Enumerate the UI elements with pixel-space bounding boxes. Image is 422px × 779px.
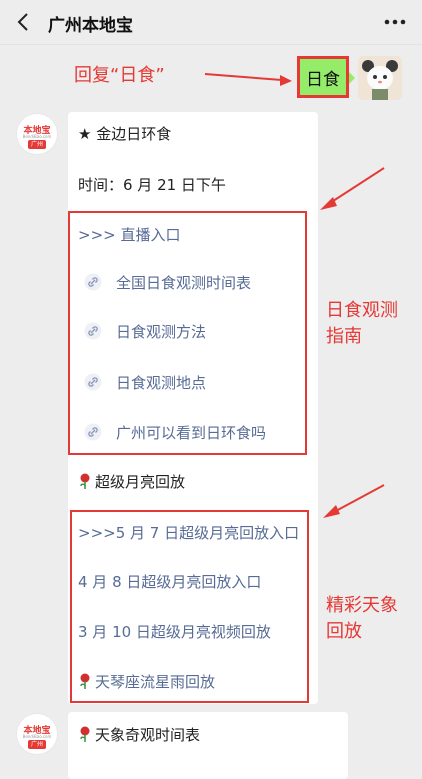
user-message-bubble[interactable]: 日食 bbox=[297, 56, 349, 98]
top-bar: 广州本地宝 bbox=[0, 0, 422, 45]
card-heading: ★ 金边日环食 bbox=[78, 125, 172, 143]
card2-heading: 天象奇观时间表 bbox=[78, 724, 200, 745]
link-icon bbox=[84, 322, 102, 340]
annotation-replay-line2: 回放 bbox=[326, 621, 362, 642]
replay-link-mar10[interactable]: 3 月 10 日超级月亮视频回放 bbox=[78, 621, 271, 642]
account-avatar[interactable]: 本地宝 BendiBao.com 广州 bbox=[16, 113, 58, 155]
supermoon-heading: 超级月亮回放 bbox=[78, 471, 185, 492]
avatar-site: BendiBao.com bbox=[22, 134, 52, 139]
rose-icon bbox=[80, 673, 90, 689]
supermoon-heading-text: 超级月亮回放 bbox=[95, 473, 186, 491]
card-time: 时间：6 月 21 日下午 bbox=[78, 176, 226, 194]
eclipse-link-location[interactable]: 日食观测地点 bbox=[116, 372, 206, 393]
user-avatar[interactable] bbox=[358, 56, 402, 100]
live-entry-link[interactable]: >>> 直播入口 bbox=[78, 224, 180, 245]
annotation-guide-line1: 日食观测 bbox=[326, 300, 398, 321]
card2-heading-text: 天象奇观时间表 bbox=[95, 726, 201, 744]
annotation-guide: 日食观测 指南 bbox=[326, 298, 416, 350]
avatar-site-2: BendiBao.com bbox=[22, 734, 52, 739]
eclipse-link-method[interactable]: 日食观测方法 bbox=[116, 321, 206, 342]
avatar-city: 广州 bbox=[28, 140, 46, 149]
annotation-guide-line2: 指南 bbox=[326, 326, 362, 347]
eclipse-link-schedule[interactable]: 全国日食观测时间表 bbox=[116, 272, 251, 293]
replay-link-may7[interactable]: >>>5 月 7 日超级月亮回放入口 bbox=[78, 522, 299, 543]
back-icon[interactable] bbox=[12, 10, 36, 34]
annotation-replay: 精彩天象 回放 bbox=[326, 593, 416, 645]
bubble-tail bbox=[349, 72, 355, 84]
page-title: 广州本地宝 bbox=[48, 16, 133, 36]
eclipse-link-guangzhou[interactable]: 广州可以看到日环食吗 bbox=[116, 422, 266, 443]
replay-link-meteor[interactable]: 天琴座流星雨回放 bbox=[78, 671, 215, 692]
link-icon bbox=[84, 423, 102, 441]
replay-link-apr8[interactable]: 4 月 8 日超级月亮回放入口 bbox=[78, 571, 261, 592]
user-message-text: 日食 bbox=[306, 69, 340, 90]
more-icon[interactable] bbox=[384, 19, 406, 25]
link-icon bbox=[84, 373, 102, 391]
rose-icon bbox=[80, 473, 90, 489]
annotation-replay-line1: 精彩天象 bbox=[326, 595, 398, 616]
avatar-city-2: 广州 bbox=[28, 740, 46, 749]
replay-link-meteor-text: 天琴座流星雨回放 bbox=[95, 673, 216, 691]
account-avatar-2[interactable]: 本地宝 BendiBao.com 广州 bbox=[16, 713, 58, 755]
rose-icon bbox=[80, 726, 90, 742]
message-card-2 bbox=[68, 712, 348, 779]
avatar-illustration bbox=[358, 56, 402, 100]
annotation-reply-hint: 回复“日食” bbox=[74, 65, 165, 86]
link-icon bbox=[84, 273, 102, 291]
